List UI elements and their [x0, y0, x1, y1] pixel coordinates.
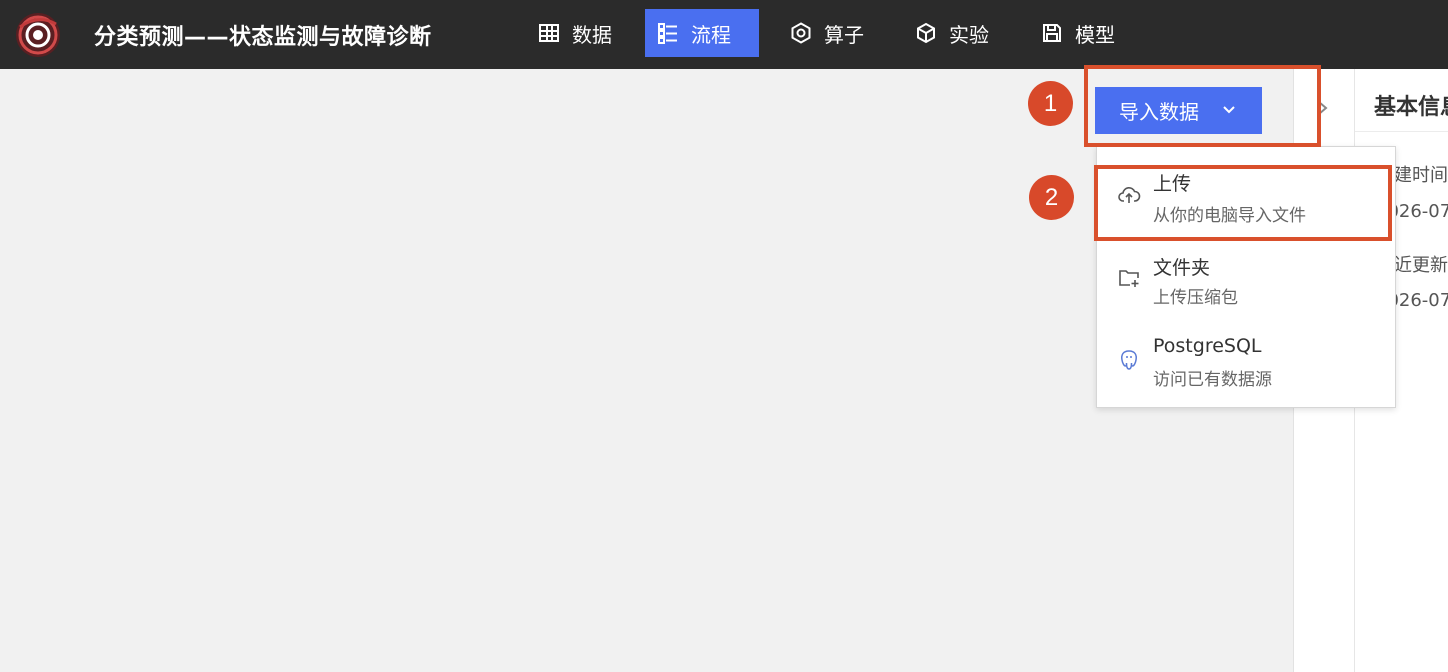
nav-item-flow[interactable]: 流程 [645, 9, 759, 57]
panel-title-divider [1355, 131, 1448, 132]
menu-item-desc: 访问已有数据源 [1153, 370, 1272, 390]
app-logo-icon [16, 13, 60, 57]
step-marker-1: 1 [1028, 81, 1073, 126]
import-dropdown-menu: 上传 从你的电脑导入文件 文件夹 上传压缩包 PostgreSQL 访问已有数据… [1096, 146, 1396, 408]
top-bar: 分类预测——状态监测与故障诊断 数据 流程 算子 实验 模型 [0, 0, 1448, 69]
folder-add-icon [1119, 270, 1139, 287]
cube-icon [917, 22, 935, 44]
menu-item-label: 上传 [1153, 173, 1192, 195]
menu-item-upload[interactable]: 上传 从你的电脑导入文件 [1097, 165, 1395, 245]
menu-item-label: PostgreSQL [1153, 335, 1262, 357]
menu-item-label: 文件夹 [1153, 257, 1211, 279]
nav-item-label: 模型 [1075, 22, 1115, 47]
menu-item-folder[interactable]: 文件夹 上传压缩包 [1097, 247, 1395, 327]
postgresql-icon [1121, 350, 1137, 370]
nav-item-label: 数据 [572, 22, 612, 47]
app-title: 分类预测——状态监测与故障诊断 [94, 25, 432, 50]
menu-item-desc: 上传压缩包 [1153, 288, 1238, 308]
nav-item-label: 实验 [949, 22, 989, 47]
nav-item-operator[interactable]: 算子 [778, 9, 878, 57]
import-data-button[interactable]: 导入数据 [1095, 87, 1262, 134]
save-icon [1043, 24, 1061, 42]
nav-item-experiment[interactable]: 实验 [903, 9, 1003, 57]
nav-item-label: 流程 [691, 22, 731, 47]
import-data-label: 导入数据 [1119, 100, 1199, 124]
menu-item-desc: 从你的电脑导入文件 [1153, 206, 1306, 226]
chevron-down-icon [1223, 106, 1235, 114]
flow-icon [658, 23, 677, 44]
cloud-upload-icon [1118, 187, 1141, 203]
nav-item-model[interactable]: 模型 [1029, 9, 1129, 57]
step-marker-2: 2 [1029, 175, 1074, 220]
chevron-right-icon[interactable] [1316, 99, 1330, 117]
table-icon [539, 24, 559, 42]
nav-item-data[interactable]: 数据 [526, 9, 626, 57]
menu-item-postgresql[interactable]: PostgreSQL 访问已有数据源 [1097, 329, 1395, 409]
panel-title: 基本信息 [1374, 95, 1448, 120]
nav-item-label: 算子 [824, 22, 864, 47]
hexagon-icon [791, 22, 811, 44]
